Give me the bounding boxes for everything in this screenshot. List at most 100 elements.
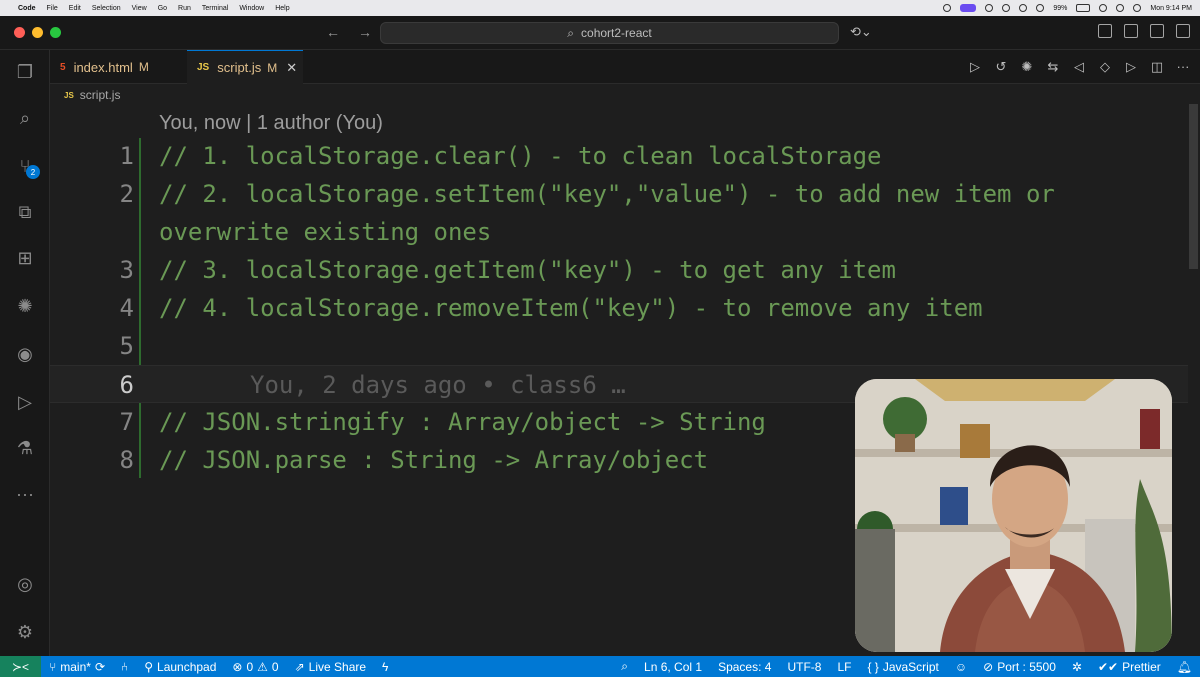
git-graph-button[interactable]: ⑃ <box>113 660 136 674</box>
problems-indicator[interactable]: ⊗ 0 ⚠ 0 <box>224 660 286 674</box>
copilot-status-icon: ☺ <box>954 659 968 674</box>
close-tab-icon[interactable]: ✕ <box>286 60 297 76</box>
search-icon[interactable]: ⌕ <box>13 106 37 130</box>
tray-icon-4[interactable] <box>1019 4 1028 12</box>
scrollbar-thumb[interactable] <box>1189 104 1198 269</box>
breadcrumb-file[interactable]: script.js <box>80 88 121 102</box>
menu-help[interactable]: Help <box>275 5 289 12</box>
live-share-label: Live Share <box>308 659 367 674</box>
line-text: // JSON.stringify : Array/object -> Stri… <box>159 408 766 436</box>
html-file-icon: 5 <box>60 61 66 73</box>
copilot-icon[interactable]: ⟲⌄ <box>850 24 872 40</box>
menu-view[interactable]: View <box>132 5 147 12</box>
line-number: 1 <box>119 142 134 170</box>
branch-indicator[interactable]: ⑂ main* ⟳ <box>41 660 113 674</box>
run-icon[interactable]: ▷ <box>968 59 982 75</box>
launchpad-button[interactable]: ⚲ Launchpad <box>136 660 224 674</box>
github-icon[interactable]: ◉ <box>13 342 37 366</box>
indentation[interactable]: Spaces: 4 <box>710 660 779 674</box>
minimize-window-button[interactable] <box>32 27 43 38</box>
menu-app-code[interactable]: Code <box>18 5 36 12</box>
status-bar: ≻< ⑂ main* ⟳ ⑃ ⚲ Launchpad ⊗ 0 ⚠ 0 ⇗ Liv… <box>0 656 1200 677</box>
notifications-button[interactable]: 🔔︎ <box>1169 660 1200 674</box>
tab-script-js[interactable]: JS script.js M ✕ <box>187 50 303 84</box>
accounts-icon[interactable]: ◎ <box>13 572 37 596</box>
line-number: 5 <box>119 332 134 360</box>
toggle-panel-icon[interactable] <box>1150 24 1164 38</box>
js-file-icon: JS <box>197 62 210 73</box>
tray-icon-5[interactable] <box>1036 4 1045 12</box>
go-back-change-icon[interactable]: ◁ <box>1072 59 1086 75</box>
more-actions-icon[interactable]: ··· <box>1176 59 1190 75</box>
chatgpt-action-icon[interactable]: ✺ <box>1020 59 1034 75</box>
encoding[interactable]: UTF-8 <box>779 660 829 674</box>
battery-icon[interactable] <box>1076 4 1091 12</box>
settings-gear-icon[interactable]: ⚙ <box>13 620 37 644</box>
menu-run[interactable]: Run <box>178 5 191 12</box>
go-forward-change-icon[interactable]: ▷ <box>1124 59 1138 75</box>
warning-icon: ⚠ <box>257 659 268 674</box>
live-share-button[interactable]: ⇗ Live Share <box>287 660 374 674</box>
live-server-port[interactable]: ⊘ Port : 5500 <box>975 660 1064 674</box>
menubar-clock[interactable]: Mon 9:14 PM <box>1150 5 1192 12</box>
line-number: 8 <box>119 446 134 474</box>
tray-icon-3[interactable] <box>1002 4 1011 12</box>
timeline-icon[interactable]: ↺ <box>994 59 1008 75</box>
language-mode[interactable]: { } JavaScript <box>859 660 946 674</box>
forward-arrow-icon[interactable]: → <box>358 24 372 40</box>
search-icon: ⌕ <box>567 25 575 40</box>
split-editor-icon[interactable]: ◫ <box>1150 59 1164 75</box>
tab-index-html[interactable]: 5 index.html M <box>50 50 186 84</box>
copilot-status[interactable]: ☺ <box>947 660 975 674</box>
end-of-line[interactable]: LF <box>829 660 859 674</box>
extensions-icon[interactable]: ⊞ <box>13 246 37 270</box>
zoom-button[interactable]: ⌕ <box>613 659 636 674</box>
command-center-search[interactable]: ⌕ cohort2-react <box>380 22 839 44</box>
menu-file[interactable]: File <box>47 5 58 12</box>
sync-icon[interactable]: ⟳ <box>95 660 105 674</box>
toggle-primary-sidebar-icon[interactable] <box>1124 24 1138 38</box>
compare-changes-icon[interactable]: ⇆ <box>1046 59 1060 75</box>
customize-layout-icon[interactable] <box>1098 24 1112 38</box>
activity-bar: ❐ ⌕ ⑂ 2 ⧉ ⊞ ✺ ◉ ▷ ⚗ ··· ◎ ⚙ <box>0 50 50 656</box>
extension-status[interactable]: ✲ <box>1064 660 1090 674</box>
siri-icon[interactable] <box>1133 4 1142 12</box>
more-icon[interactable]: ··· <box>13 482 37 506</box>
tray-icon-1[interactable] <box>943 4 952 12</box>
braces-icon: { } <box>867 659 879 674</box>
control-center-icon[interactable] <box>1116 4 1125 12</box>
zoom-window-button[interactable] <box>50 27 61 38</box>
lightning-button[interactable]: ϟ <box>374 660 396 674</box>
menu-window[interactable]: Window <box>239 5 264 12</box>
code-line: 5 <box>50 327 1188 365</box>
run-debug-icon[interactable]: ▷ <box>13 390 37 414</box>
menu-selection[interactable]: Selection <box>92 5 121 12</box>
menu-terminal[interactable]: Terminal <box>202 5 228 12</box>
codelens-blame[interactable]: You, now | 1 author (You) <box>159 112 383 135</box>
prettier-status[interactable]: ✔✔ Prettier <box>1090 660 1169 674</box>
current-change-icon[interactable]: ◇ <box>1098 59 1112 75</box>
toggle-secondary-sidebar-icon[interactable] <box>1176 24 1190 38</box>
source-control-badge: 2 <box>26 165 40 179</box>
launchpad-label: Launchpad <box>157 659 217 674</box>
tab-modified-badge: M <box>267 60 278 75</box>
screen-recording-icon[interactable] <box>960 4 977 12</box>
back-arrow-icon[interactable]: ← <box>326 24 340 40</box>
wifi-icon[interactable] <box>1099 4 1108 12</box>
explorer-icon[interactable]: ❐ <box>13 60 37 84</box>
tab-label: script.js <box>217 60 262 75</box>
webcam-overlay <box>855 379 1172 652</box>
remote-indicator[interactable]: ≻< <box>0 656 42 677</box>
cursor-position[interactable]: Ln 6, Col 1 <box>636 660 710 674</box>
line-text: // 1. localStorage.clear() - to clean lo… <box>159 142 882 170</box>
line-number: 6 <box>119 371 134 399</box>
testing-icon[interactable]: ⚗ <box>13 436 37 460</box>
remote-explorer-icon[interactable]: ⧉ <box>13 200 37 224</box>
chatgpt-icon[interactable]: ✺ <box>13 294 37 318</box>
menu-edit[interactable]: Edit <box>69 5 81 12</box>
menu-go[interactable]: Go <box>158 5 167 12</box>
status-bar-right: ⌕ Ln 6, Col 1 Spaces: 4 UTF-8 LF { } Jav… <box>613 659 1200 674</box>
editor-tab-bar: 5 index.html M JS script.js M ✕ ▷ ↺ ✺ ⇆ … <box>50 50 1200 84</box>
close-window-button[interactable] <box>14 27 25 38</box>
tray-icon-2[interactable] <box>985 4 994 12</box>
